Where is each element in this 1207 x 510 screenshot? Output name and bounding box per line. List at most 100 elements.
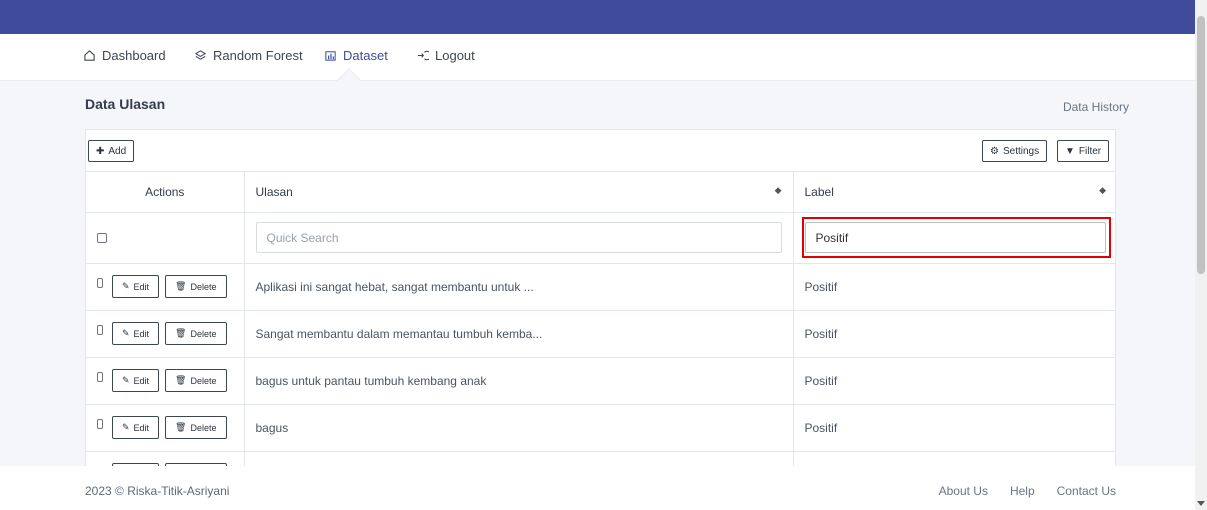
row-actions-cell: ✎Edit 🗑Delete: [86, 357, 245, 405]
layers-icon: [193, 49, 207, 63]
cell-label: [793, 451, 1115, 466]
add-button-label: Add: [108, 145, 127, 157]
trash-icon: 🗑: [175, 422, 187, 432]
header-label[interactable]: Label ◆: [793, 172, 1115, 213]
add-button[interactable]: ✚ Add: [88, 140, 135, 162]
row-actions-cell: ✎Edit 🗑Delete: [86, 310, 245, 358]
filter-row: [86, 212, 1115, 264]
header-label-label: Label: [804, 184, 834, 199]
delete-button-label: Delete: [190, 328, 217, 339]
cell-ulasan: bagus: [244, 404, 794, 452]
cell-ulasan: Aplikasi ini sangat hebat, sangat memban…: [244, 263, 794, 311]
cell-label: Positif: [793, 263, 1115, 311]
row-checkbox[interactable]: [97, 324, 103, 335]
cell-ulasan: bagus untuk pantau tumbuh kembang anak: [244, 357, 794, 405]
header-actions-label: Actions: [145, 184, 185, 199]
scrollbar-thumb[interactable]: [1197, 16, 1205, 274]
filter-cell-label: [793, 212, 1115, 264]
row-checkbox[interactable]: [97, 371, 103, 382]
header-ulasan-label: Ulasan: [255, 184, 293, 199]
label-filter-wrapper: [801, 217, 1111, 258]
logout-icon: [415, 49, 429, 63]
data-table-card: ✚ Add ⚙ Settings ▼ Filter Actions Ulasan…: [85, 129, 1116, 466]
nav-dashboard-label: Dashboard: [102, 48, 166, 63]
table-row: ✎ Edit 🗑 Delete bagus untuk pantau tumbuh …: [86, 357, 1115, 405]
filter-cell-actions: [86, 212, 245, 264]
delete-button-label: Delete: [190, 422, 217, 433]
settings-button[interactable]: ⚙ Settings: [982, 140, 1048, 162]
settings-button-label: Settings: [1002, 145, 1040, 157]
header-ulasan[interactable]: Ulasan ◆: [244, 172, 794, 213]
edit-button-label: Edit: [133, 422, 150, 433]
footer-link-about[interactable]: About Us: [939, 484, 988, 498]
pencil-icon: ✎: [121, 281, 130, 291]
home-icon: [82, 49, 96, 63]
filter-button[interactable]: ▼ Filter: [1057, 140, 1110, 162]
nav-logout-label: Logout: [435, 48, 475, 63]
cell-ulasan: [244, 451, 794, 466]
sort-icon[interactable]: ◆: [775, 185, 782, 196]
delete-button[interactable]: 🗑Delete: [165, 275, 227, 298]
trash-icon: 🗑: [175, 375, 187, 385]
edit-button-label: Edit: [133, 375, 150, 386]
row-checkbox[interactable]: [97, 277, 103, 288]
filter-button-label: Filter: [1078, 145, 1102, 157]
edit-button-label: Edit: [133, 328, 150, 339]
pencil-icon: ✎: [121, 328, 130, 338]
table-row: ✎Edit 🗑Delete: [86, 451, 1115, 466]
table-row: ✎ Edit 🗑 Delete Sangat membantu dalam mema…: [86, 310, 1115, 358]
table-row: ✎ Edit 🗑 Delete Aplikasi ini sangat hebat,…: [86, 263, 1115, 311]
scroll-down-arrow-icon[interactable]: [1197, 501, 1205, 506]
funnel-icon: ▼: [1065, 145, 1075, 157]
navbar: Dashboard Random Forest Dataset Logout: [0, 34, 1195, 81]
chart-icon: [323, 49, 337, 63]
edit-button[interactable]: ✎Edit: [111, 275, 160, 298]
pencil-icon: ✎: [121, 375, 130, 385]
cell-label: Positif: [793, 357, 1115, 405]
delete-button-label: Delete: [190, 281, 217, 292]
nav-random-forest[interactable]: Random Forest: [193, 48, 303, 63]
filter-cell-ulasan: [244, 212, 794, 264]
nav-logout[interactable]: Logout: [415, 48, 475, 63]
footer-links: About Us Help Contact Us: [917, 484, 1116, 498]
row-actions-cell: ✎Edit 🗑Delete: [86, 451, 245, 466]
row-checkbox[interactable]: [97, 418, 103, 429]
data-history-link[interactable]: Data History: [1063, 100, 1129, 114]
pencil-icon: ✎: [121, 422, 130, 432]
trash-icon: 🗑: [175, 281, 187, 291]
delete-button[interactable]: 🗑Delete: [165, 369, 227, 392]
select-all-checkbox[interactable]: [97, 233, 107, 244]
page-title: Data Ulasan: [85, 96, 166, 112]
nav-dataset[interactable]: Dataset: [323, 48, 388, 63]
delete-button-label: Delete: [190, 375, 217, 386]
table-row: ✎ Edit 🗑 Delete bagus Positif: [86, 404, 1115, 452]
footer-link-help[interactable]: Help: [1010, 484, 1035, 498]
edit-button[interactable]: ✎Edit: [111, 416, 160, 439]
label-filter-input[interactable]: [804, 222, 1106, 253]
row-actions-cell: ✎Edit 🗑Delete: [86, 263, 245, 311]
edit-button[interactable]: ✎Edit: [111, 369, 160, 392]
nav-dataset-label: Dataset: [343, 48, 388, 63]
cell-ulasan: Sangat membantu dalam memantau tumbuh ke…: [244, 310, 794, 358]
quick-search-input[interactable]: [255, 222, 782, 253]
trash-icon: 🗑: [175, 328, 187, 338]
footer: 2023 © Riska-Titik-Asriyani About Us Hel…: [0, 466, 1195, 510]
edit-button-label: Edit: [133, 281, 150, 292]
page-scrollbar[interactable]: [1195, 0, 1207, 510]
copyright-text: 2023 © Riska-Titik-Asriyani: [85, 484, 230, 498]
delete-button[interactable]: 🗑Delete: [165, 416, 227, 439]
footer-link-contact[interactable]: Contact Us: [1057, 484, 1116, 498]
delete-button[interactable]: 🗑Delete: [165, 322, 227, 345]
nav-dashboard[interactable]: Dashboard: [82, 48, 166, 63]
gear-icon: ⚙: [990, 145, 999, 157]
reviews-table: Actions Ulasan ◆ Label ◆ Quick Search Po…: [86, 172, 1115, 466]
plus-icon: ✚: [96, 145, 105, 157]
cell-label: Positif: [793, 310, 1115, 358]
top-banner: [0, 0, 1195, 34]
nav-random-forest-label: Random Forest: [213, 48, 303, 63]
edit-button[interactable]: ✎Edit: [111, 322, 160, 345]
sort-icon[interactable]: ◆: [1099, 185, 1106, 196]
cell-label: Positif: [793, 404, 1115, 452]
row-actions-cell: ✎Edit 🗑Delete: [86, 404, 245, 452]
table-toolbar: ✚ Add ⚙ Settings ▼ Filter: [86, 130, 1115, 172]
